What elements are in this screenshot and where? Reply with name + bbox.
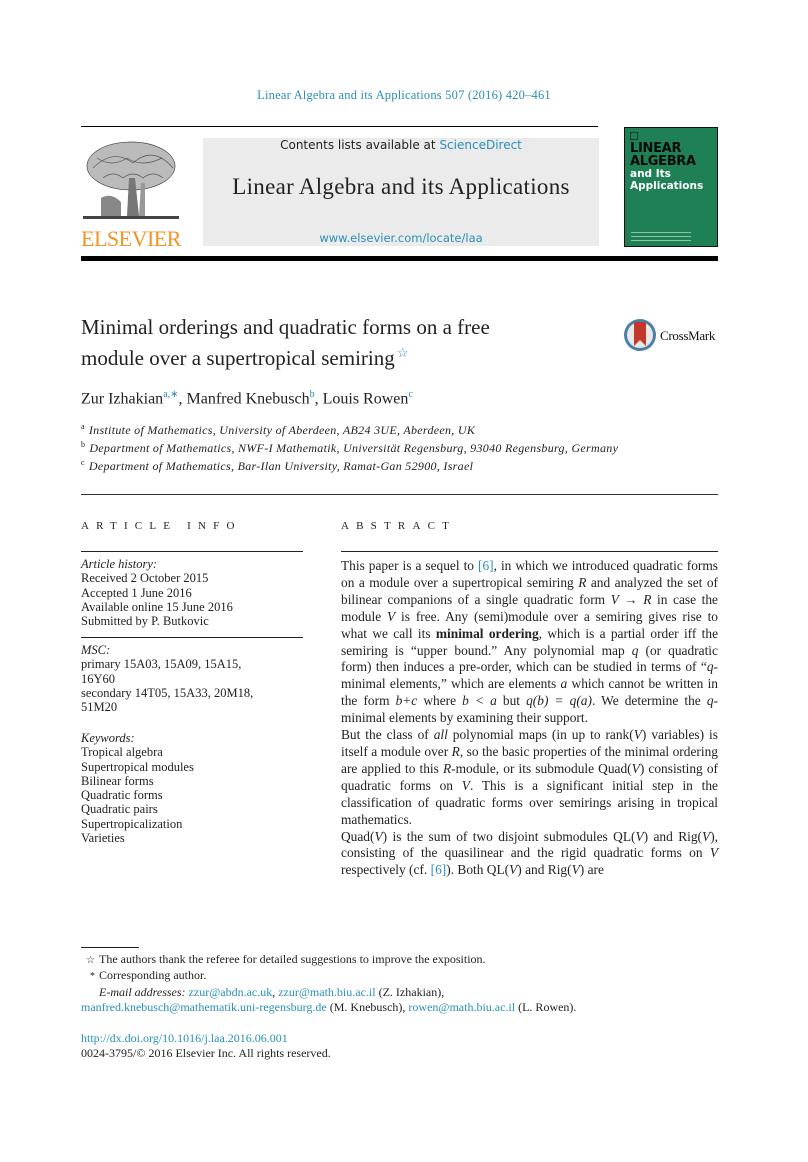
abstract-heading: ABSTRACT (341, 520, 457, 532)
keyword: Quadratic forms (81, 788, 163, 803)
keyword: Tropical algebra (81, 745, 163, 760)
footnote-acknowledgement: ☆ The authors thank the referee for detai… (81, 952, 721, 968)
keyword: Quadratic pairs (81, 802, 158, 817)
title-footnote-star-icon[interactable]: ☆ (397, 345, 409, 360)
journal-url-link[interactable]: www.elsevier.com/locate/laa (203, 231, 599, 245)
copyright: 0024-3795/© 2016 Elsevier Inc. All right… (81, 1046, 331, 1060)
sciencedirect-link[interactable]: ScienceDirect (439, 138, 521, 152)
star-footnote-icon: ☆ (86, 955, 95, 966)
abstract-paragraph: Quad(V) is the sum of two disjoint submo… (341, 828, 718, 878)
reference-link[interactable]: [6] (478, 558, 494, 573)
affiliation-text: Department of Mathematics, NWF-I Mathema… (89, 440, 619, 455)
footnote-emails-cont: manfred.knebusch@mathematik.uni-regensbu… (81, 1000, 577, 1015)
keyword: Varieties (81, 831, 125, 846)
footnote-rule (81, 947, 139, 948)
affiliation-text: Department of Mathematics, Bar-Ilan Univ… (88, 458, 474, 473)
article-title-line1: Minimal orderings and quadratic forms on… (81, 315, 490, 339)
journal-title: Linear Algebra and its Applications (232, 174, 570, 199)
msc-line: secondary 14T05, 15A33, 20M18, (81, 685, 254, 700)
affiliation-mark: a (81, 422, 85, 431)
author-marks[interactable]: c (408, 389, 412, 400)
footnote-emails: E-mail addresses: zzur@abdn.ac.uk, zzur@… (99, 984, 445, 999)
doi-link[interactable]: http://dx.doi.org/10.1016/j.laa.2016.06.… (81, 1031, 288, 1046)
article-title: Minimal orderings and quadratic forms on… (81, 314, 581, 371)
reference-link[interactable]: [6] (431, 862, 447, 877)
journal-masthead: Contents lists available at ScienceDirec… (203, 138, 599, 246)
email-link[interactable]: manfred.knebusch@mathematik.uni-regensbu… (81, 1000, 327, 1014)
abstract-body: This paper is a sequel to [6], in which … (341, 558, 718, 879)
running-head[interactable]: Linear Algebra and its Applications 507 … (0, 88, 808, 103)
author-list: Zur Izhakiana,∗, Manfred Knebuschb, Loui… (81, 389, 413, 408)
history-item: Submitted by P. Butkovic (81, 614, 209, 629)
email-link[interactable]: zzur@math.biu.ac.il (278, 985, 375, 999)
history-item: Received 2 October 2015 (81, 571, 209, 586)
affiliation-text: Institute of Mathematics, University of … (88, 423, 476, 437)
info-divider (81, 551, 303, 552)
history-item: Accepted 1 June 2016 (81, 585, 192, 600)
footnotes: ☆ The authors thank the referee for detai… (81, 952, 721, 1016)
cover-fine-print (631, 229, 691, 241)
masthead-rule (81, 256, 718, 261)
cover-sub-line2: Applications (630, 180, 704, 192)
elsevier-tree-icon (83, 138, 179, 224)
email-link[interactable]: zzur@abdn.ac.uk (189, 985, 273, 999)
email-label: E-mail addresses: (99, 984, 186, 999)
keyword: Bilinear forms (81, 773, 154, 788)
asterisk-footnote-icon: * (90, 971, 95, 983)
msc-line: primary 15A03, 15A09, 15A15, (81, 657, 242, 672)
article-title-line2: module over a supertropical semiring (81, 346, 395, 370)
footnote-corresponding: * Corresponding author. (81, 968, 721, 984)
elsevier-wordmark: ELSEVIER (81, 226, 181, 251)
msc-label: MSC: (81, 643, 111, 657)
crossmark-badge[interactable]: CrossMark (623, 318, 723, 354)
cover-emblem-icon (630, 132, 638, 140)
author-marks[interactable]: a,∗ (163, 389, 178, 400)
author-name[interactable]: Manfred Knebusch (187, 390, 310, 407)
affiliation: c Department of Mathematics, Bar-Ilan Uni… (81, 456, 701, 474)
affiliation-mark: c (81, 457, 85, 467)
article-info-heading: ARTICLE INFO (81, 520, 242, 532)
affiliation-mark: b (81, 439, 86, 449)
keyword: Supertropicalization (81, 816, 183, 831)
contents-prefix: Contents lists available at (280, 138, 440, 152)
journal-cover[interactable]: LINEAR ALGEBRA and Its Applications (624, 127, 718, 247)
cover-title-line2: ALGEBRA (630, 154, 696, 169)
msc-line: 51M20 (81, 700, 118, 715)
crossmark-icon (624, 319, 656, 351)
keywords: Keywords: Tropical algebra Supertropical… (81, 731, 303, 845)
affiliation: b Department of Mathematics, NWF-I Mathem… (81, 438, 701, 456)
author-name[interactable]: Louis Rowen (323, 390, 409, 407)
affiliation: a Institute of Mathematics, University of… (81, 420, 701, 438)
info-divider (81, 637, 303, 638)
abstract-paragraph: But the class of all polynomial maps (in… (341, 727, 718, 827)
top-rule (81, 126, 598, 127)
elsevier-logo[interactable]: ELSEVIER (81, 138, 181, 251)
crossmark-label: CrossMark (660, 328, 716, 343)
history-item: Available online 15 June 2016 (81, 599, 233, 614)
history-label: Article history: (81, 557, 158, 571)
author-name[interactable]: Zur Izhakian (81, 390, 163, 407)
msc-line: 16Y60 (81, 671, 116, 686)
cover-sub-line1: and Its (630, 168, 671, 180)
msc-codes: MSC: primary 15A03, 15A09, 15A15, 16Y60 … (81, 643, 303, 714)
article-history: Article history: Received 2 October 2015… (81, 557, 303, 628)
keyword: Supertropical modules (81, 759, 194, 774)
abstract-paragraph: This paper is a sequel to [6], in which … (341, 558, 719, 726)
abstract-divider (341, 551, 718, 552)
email-link[interactable]: rowen@math.biu.ac.il (408, 1000, 515, 1014)
affiliations: a Institute of Mathematics, University of… (81, 420, 701, 473)
author-marks[interactable]: b (310, 389, 315, 400)
header-divider (81, 494, 718, 495)
contents-line: Contents lists available at ScienceDirec… (203, 138, 599, 152)
keywords-label: Keywords: (81, 731, 135, 745)
